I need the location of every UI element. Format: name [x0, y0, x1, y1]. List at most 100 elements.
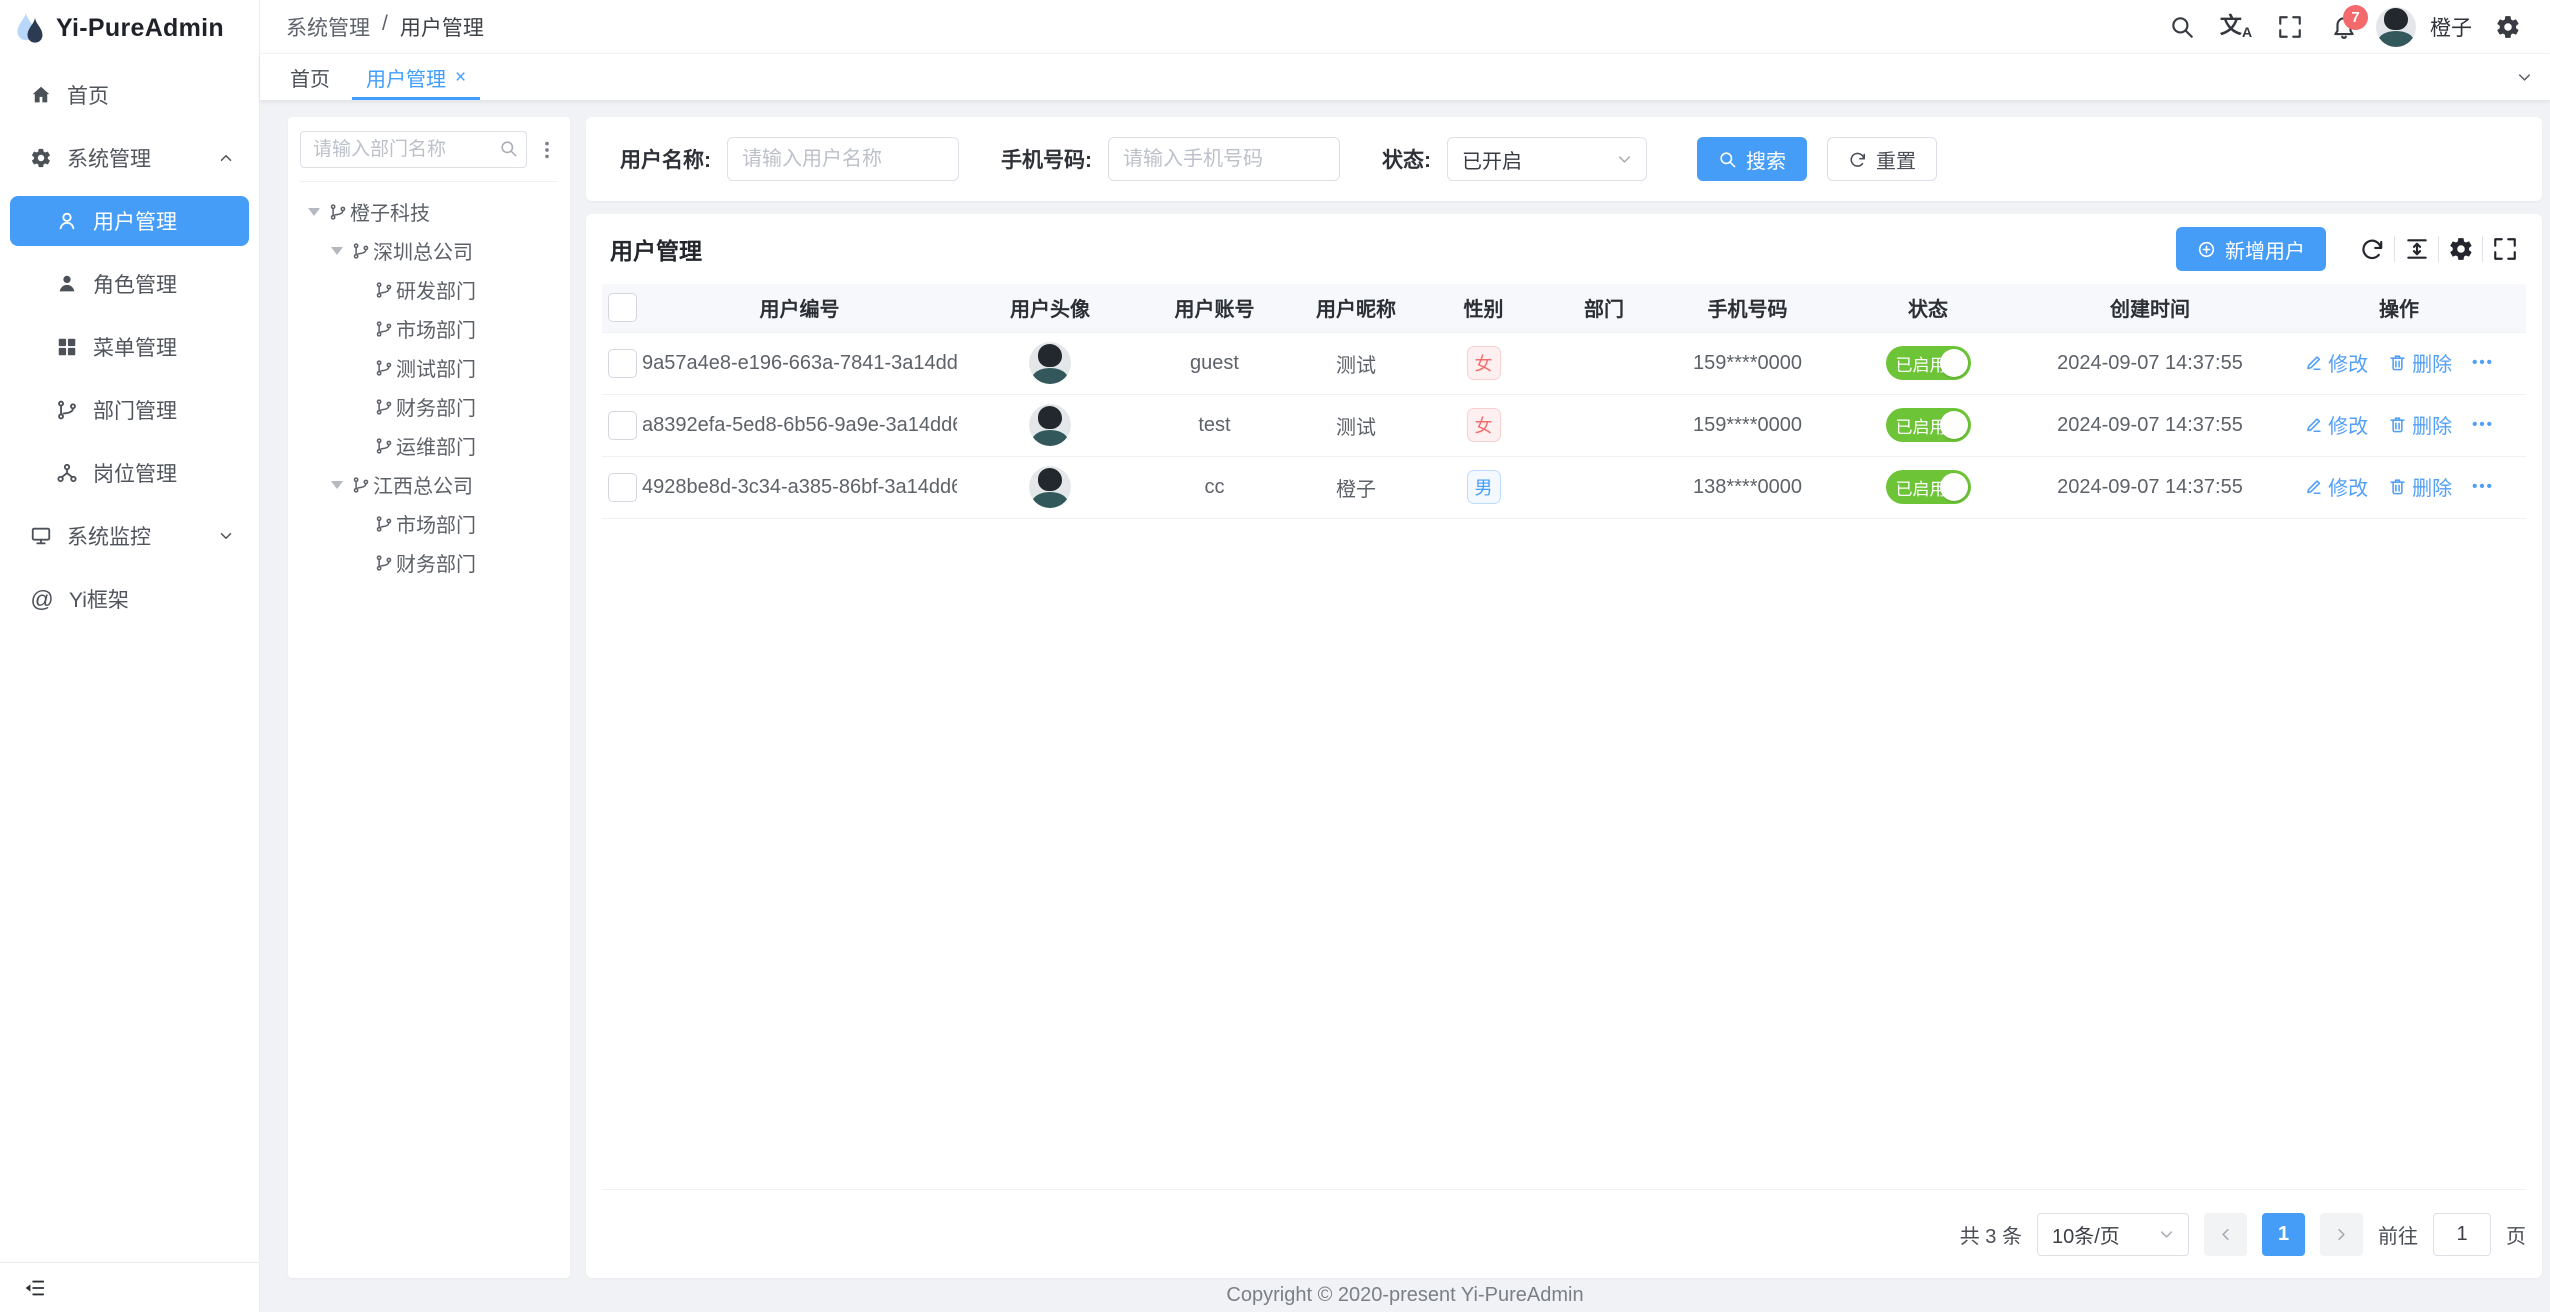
copyright-text: Copyright © 2020-present Yi-PureAdmin — [1226, 1284, 1583, 1307]
refresh-table-button[interactable] — [2350, 236, 2394, 262]
branch-icon — [375, 437, 393, 455]
kebab-icon — [536, 139, 558, 161]
sidebar-item-label: 菜单管理 — [93, 332, 177, 362]
tree-node[interactable]: 财务部门 — [300, 387, 558, 426]
status-select[interactable]: 已开启 — [1447, 137, 1647, 181]
sidebar-item-roles[interactable]: 角色管理 — [0, 259, 259, 309]
status-toggle[interactable]: 已启用 — [1886, 470, 1971, 504]
phone-input[interactable] — [1108, 137, 1340, 181]
col-account: 用户账号 — [1143, 284, 1286, 332]
app-window: Yi-PureAdmin 首页 系统管理 用户管理 角色管理 菜单 — [0, 0, 2550, 1312]
caret-down-icon[interactable] — [308, 208, 329, 216]
col-gender: 性别 — [1426, 284, 1541, 332]
translate-button[interactable]: 文A — [2214, 5, 2258, 49]
sidebar-item-home[interactable]: 首页 — [0, 70, 259, 120]
user-id-cell: 9a57a4e8-e196-663a-7841-3a14dd60f4ca — [642, 332, 957, 394]
logo-row[interactable]: Yi-PureAdmin — [0, 0, 259, 56]
more-actions-button[interactable]: ••• — [2472, 478, 2494, 495]
row-checkbox[interactable] — [608, 349, 637, 378]
user-dept-cell — [1541, 394, 1667, 456]
fullscreen-button[interactable] — [2268, 5, 2312, 49]
user-avatar[interactable] — [2376, 7, 2416, 47]
refresh-icon — [1848, 150, 1867, 169]
department-search-input[interactable] — [300, 131, 527, 168]
page-1-button[interactable]: 1 — [2262, 1213, 2305, 1256]
edit-action-label: 修改 — [2328, 472, 2368, 501]
sidebar-item-users[interactable]: 用户管理 — [10, 196, 249, 246]
col-created: 创建时间 — [2028, 284, 2272, 332]
monitor-icon — [30, 525, 52, 547]
edit-button[interactable]: 修改 — [2304, 348, 2368, 377]
edit-button[interactable]: 修改 — [2304, 472, 2368, 501]
table-fullscreen-button[interactable] — [2482, 236, 2526, 262]
density-button[interactable] — [2394, 236, 2438, 262]
prev-page-button[interactable] — [2204, 1213, 2247, 1256]
username-input[interactable] — [727, 137, 959, 181]
sidebar-item-menus[interactable]: 菜单管理 — [0, 322, 259, 372]
post-icon — [56, 462, 78, 484]
refresh-icon — [2359, 236, 2385, 262]
goto-page-input[interactable] — [2433, 1213, 2491, 1256]
tree-node[interactable]: 财务部门 — [300, 543, 558, 582]
table-row[interactable]: 4928be8d-3c34-a385-86bf-3a14dd60f4c6 cc … — [602, 456, 2526, 518]
notifications-button[interactable]: 7 — [2322, 5, 2366, 49]
delete-button[interactable]: 删除 — [2388, 410, 2452, 439]
search-submit-button[interactable]: 搜索 — [1697, 137, 1807, 181]
column-settings-button[interactable] — [2438, 236, 2482, 262]
sidebar-item-framework[interactable]: @ Yi框架 — [0, 574, 259, 624]
sidebar-item-departments[interactable]: 部门管理 — [0, 385, 259, 435]
row-checkbox[interactable] — [608, 473, 637, 502]
more-actions-button[interactable]: ••• — [2472, 416, 2494, 433]
fold-sidebar-icon[interactable] — [24, 1277, 46, 1299]
reset-button[interactable]: 重置 — [1827, 137, 1937, 181]
settings-button[interactable] — [2486, 5, 2530, 49]
user-avatar — [1029, 342, 1071, 384]
tree-node[interactable]: 测试部门 — [300, 348, 558, 387]
branch-icon — [56, 399, 78, 421]
sidebar-item-posts[interactable]: 岗位管理 — [0, 448, 259, 498]
caret-down-icon[interactable] — [331, 481, 352, 489]
tab-options-button[interactable] — [2498, 54, 2550, 100]
add-user-button[interactable]: 新增用户 — [2176, 227, 2326, 271]
more-actions-button[interactable]: ••• — [2472, 354, 2494, 371]
tree-node[interactable]: 研发部门 — [300, 270, 558, 309]
chevron-down-icon — [217, 527, 235, 545]
branch-icon — [375, 554, 393, 572]
delete-button[interactable]: 删除 — [2388, 472, 2452, 501]
sidebar-item-monitor[interactable]: 系统监控 — [0, 511, 259, 561]
edit-button[interactable]: 修改 — [2304, 410, 2368, 439]
delete-action-label: 删除 — [2412, 348, 2452, 377]
status-label: 状态: — [1382, 144, 1431, 174]
tree-node[interactable]: 运维部门 — [300, 426, 558, 465]
close-icon[interactable]: × — [455, 68, 466, 87]
table-row[interactable]: a8392efa-5ed8-6b56-9a9e-3a14dd60f4c8 tes… — [602, 394, 2526, 456]
tab-home[interactable]: 首页 — [272, 54, 348, 100]
table-row[interactable]: 9a57a4e8-e196-663a-7841-3a14dd60f4ca gue… — [602, 332, 2526, 394]
row-checkbox[interactable] — [608, 411, 637, 440]
delete-button[interactable]: 删除 — [2388, 348, 2452, 377]
sidebar-item-label: 角色管理 — [93, 269, 177, 299]
fullscreen-icon — [2277, 14, 2303, 40]
chevron-down-icon — [2515, 68, 2534, 87]
more-options-icon[interactable] — [536, 139, 558, 161]
breadcrumb-parent[interactable]: 系统管理 — [286, 12, 370, 42]
search-button[interactable] — [2160, 5, 2204, 49]
tab-user-management[interactable]: 用户管理 × — [348, 54, 484, 100]
page-size-select[interactable]: 10条/页 — [2037, 1213, 2189, 1256]
next-page-button[interactable] — [2320, 1213, 2363, 1256]
tree-node[interactable]: 橙子科技 — [300, 192, 558, 231]
select-all-checkbox[interactable] — [608, 293, 637, 322]
status-toggle[interactable]: 已启用 — [1886, 346, 1971, 380]
toggle-knob — [1940, 411, 1968, 439]
tree-node[interactable]: 市场部门 — [300, 309, 558, 348]
tree-node[interactable]: 市场部门 — [300, 504, 558, 543]
tab-label: 用户管理 — [366, 63, 446, 92]
department-panel: 橙子科技 深圳总公司 研发部门 市场部门 测试部门 财务部门 运维部门 江西总公… — [288, 117, 570, 1278]
sidebar-item-system[interactable]: 系统管理 — [0, 133, 259, 183]
status-toggle[interactable]: 已启用 — [1886, 408, 1971, 442]
translate-icon: 文A — [2220, 15, 2252, 39]
caret-down-icon[interactable] — [331, 247, 352, 255]
user-account-cell: cc — [1143, 456, 1286, 518]
tree-node[interactable]: 江西总公司 — [300, 465, 558, 504]
tree-node[interactable]: 深圳总公司 — [300, 231, 558, 270]
